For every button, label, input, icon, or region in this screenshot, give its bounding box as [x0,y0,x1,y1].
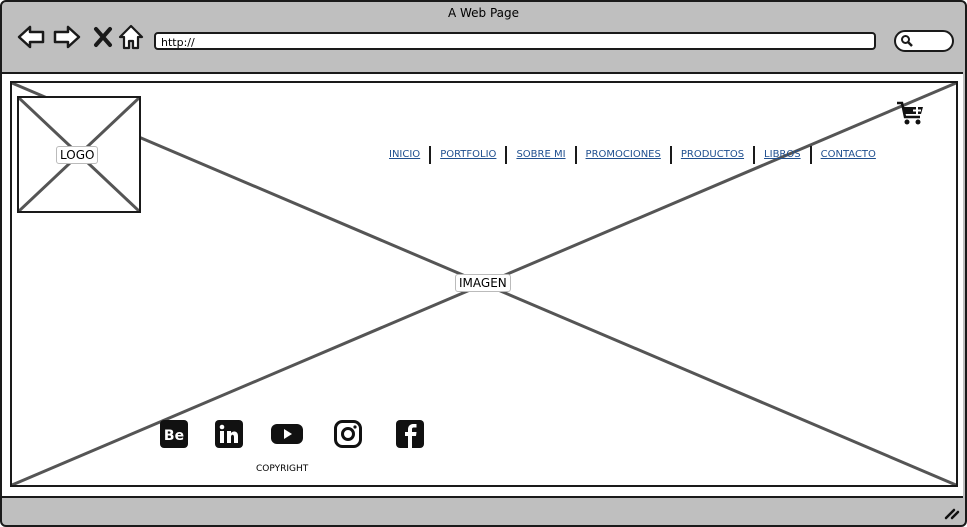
stop-icon[interactable] [88,22,118,52]
nav-link-sobre-mi[interactable]: SOBRE MI [507,146,577,164]
cart-add-icon[interactable] [896,100,926,128]
facebook-icon[interactable] [396,420,424,448]
image-label: IMAGEN [455,274,511,292]
nav-link-promociones[interactable]: PROMOCIONES [577,146,672,164]
address-bar[interactable]: http:// [154,32,876,50]
search-field[interactable] [894,30,954,52]
nav-link-contacto[interactable]: CONTACTO [812,146,885,164]
nav-link-portfolio[interactable]: PORTFOLIO [431,146,508,164]
back-icon[interactable] [16,22,46,52]
forward-icon[interactable] [52,22,82,52]
linkedin-icon[interactable] [215,420,243,448]
copyright-text: COPYRIGHT [256,464,309,474]
behance-icon[interactable]: Be [160,420,188,448]
main-nav: INICIO PORTFOLIO SOBRE MI PROMOCIONES PR… [380,146,885,164]
instagram-icon[interactable] [334,420,362,448]
youtube-icon[interactable] [270,420,304,448]
logo-label: LOGO [56,146,99,164]
nav-link-productos[interactable]: PRODUCTOS [672,146,756,164]
resize-grip-icon[interactable] [944,506,960,520]
nav-link-inicio[interactable]: INICIO [380,146,432,164]
home-icon[interactable] [116,22,146,52]
search-icon [901,35,913,47]
nav-link-libros[interactable]: LIBROS [755,146,812,164]
svg-text:Be: Be [164,428,184,444]
window-title: A Web Page [447,6,520,20]
